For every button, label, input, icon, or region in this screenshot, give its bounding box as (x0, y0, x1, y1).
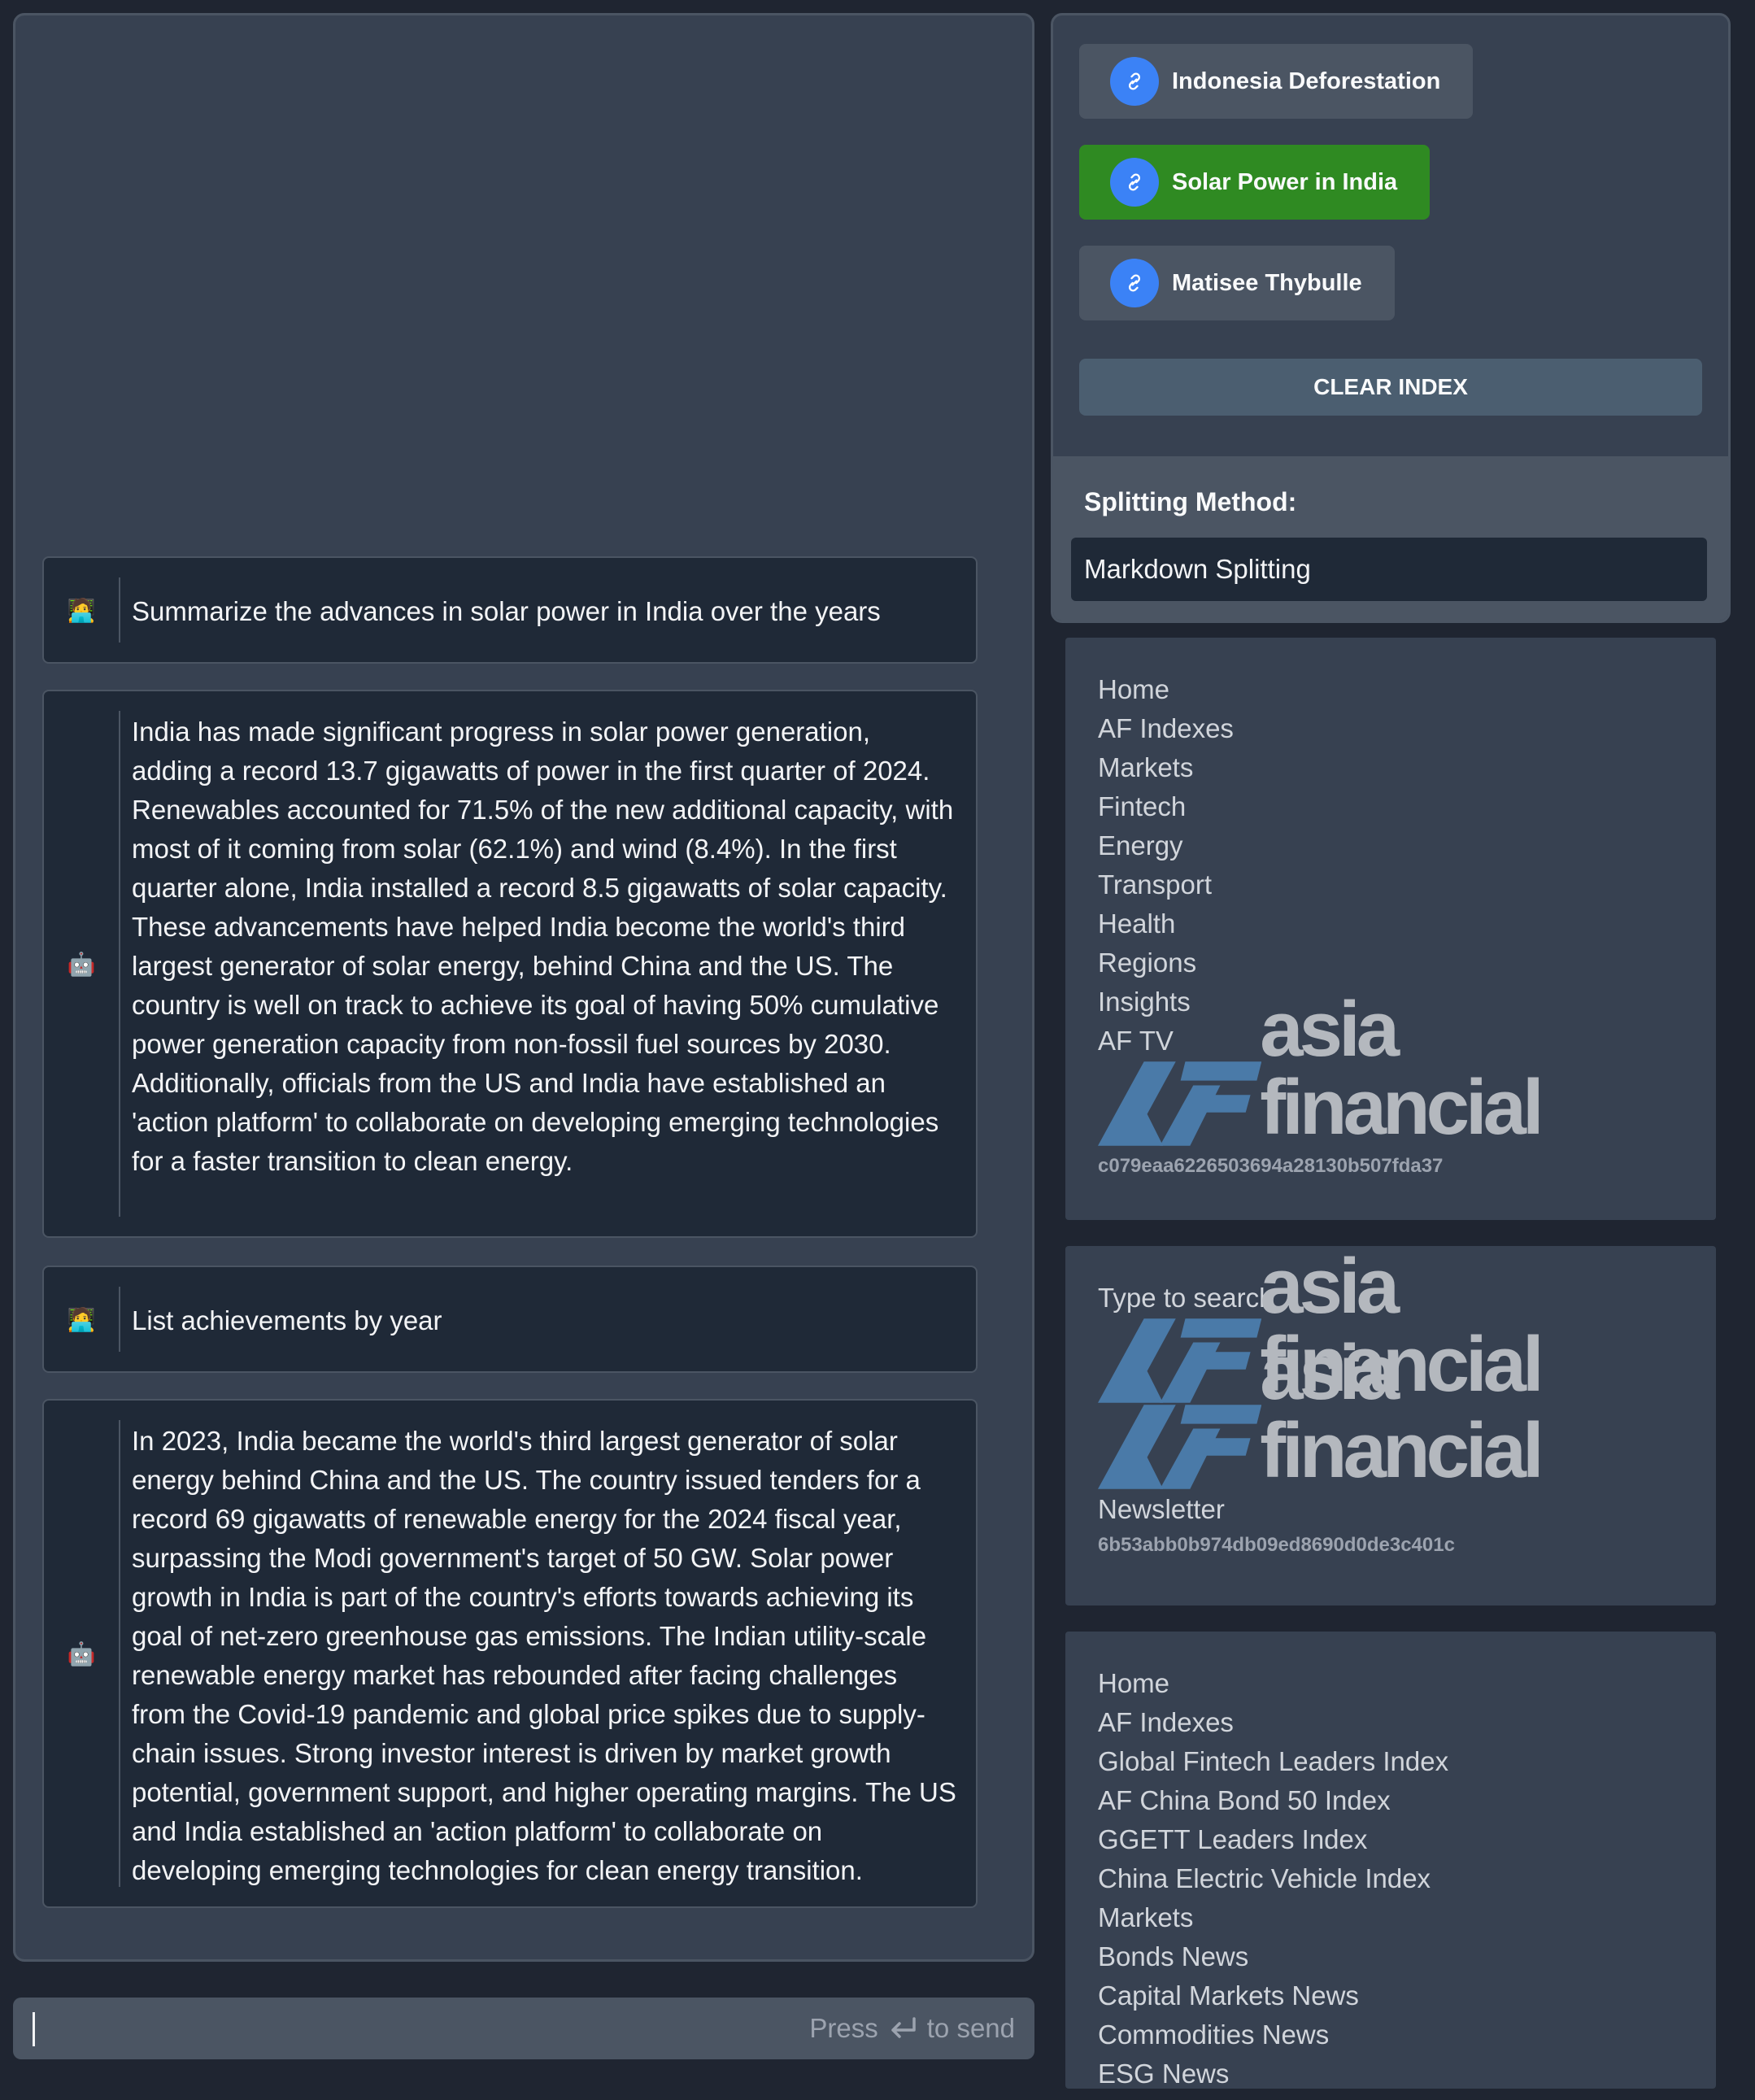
send-hint: Press to send (809, 2011, 1015, 2046)
source-document: Home AF Indexes Markets Fintech Energy T… (1065, 638, 1716, 1220)
logo-text: asia financial (1260, 1329, 1544, 1494)
index-button-matisee-thybulle[interactable]: Matisee Thybulle (1079, 246, 1395, 320)
message-text: In 2023, India became the world's third … (132, 1426, 956, 1885)
doc-line: ESG News (1098, 2059, 1230, 2089)
doc-line: Energy (1098, 830, 1183, 860)
message-divider (119, 711, 120, 1217)
af-mark-icon (1098, 1405, 1262, 1489)
assistant-message: 🤖 India has made significant progress in… (42, 690, 978, 1238)
index-panel: Indonesia Deforestation Solar Power in I… (1051, 13, 1731, 623)
splitting-label: Splitting Method: (1084, 487, 1297, 516)
doc-line: Health (1098, 908, 1176, 939)
assistant-message: 🤖 In 2023, India became the world's thir… (42, 1399, 978, 1908)
doc-line: Capital Markets News (1098, 1980, 1359, 2011)
doc-line: Markets (1098, 1902, 1194, 1932)
index-label: Indonesia Deforestation (1172, 68, 1441, 94)
clear-index-button[interactable]: CLEAR INDEX (1079, 359, 1702, 416)
link-icon (1110, 259, 1159, 307)
doc-line: GGETT Leaders Index (1098, 1824, 1368, 1854)
message-text: India has made significant progress in s… (132, 717, 954, 1176)
index-label: Solar Power in India (1172, 168, 1398, 195)
doc-line: Fintech (1098, 791, 1187, 821)
message-divider (119, 1287, 120, 1352)
source-document: Type to search asia financial asia finan… (1065, 1246, 1716, 1605)
message-divider (119, 1420, 120, 1887)
message-text: Summarize the advances in solar power in… (132, 596, 881, 626)
bot-avatar-icon: 🤖 (67, 1640, 96, 1666)
doc-hash: 6b53abb0b974db09ed8690d0de3c401c (1098, 1534, 1455, 1556)
splitting-section: Splitting Method: Markdown Splitting (1053, 456, 1728, 621)
doc-line: Commodities News (1098, 2019, 1330, 2050)
doc-line: Regions (1098, 948, 1197, 978)
doc-line: Home (1098, 674, 1170, 704)
af-mark-icon (1098, 1061, 1262, 1146)
index-button-indonesia-deforestation[interactable]: Indonesia Deforestation (1079, 44, 1474, 119)
doc-line: AF China Bond 50 Index (1098, 1785, 1391, 1815)
user-message: 🧑‍💻 Summarize the advances in solar powe… (42, 556, 978, 664)
logo-text: asia financial (1260, 986, 1544, 1151)
user-avatar-icon: 🧑‍💻 (67, 597, 96, 623)
doc-line: China Electric Vehicle Index (1098, 1863, 1431, 1893)
link-icon (1110, 57, 1159, 106)
doc-line: Markets (1098, 752, 1194, 782)
hint-send: to send (926, 2013, 1015, 2043)
doc-line: Bonds News (1098, 1941, 1249, 1971)
user-message: 🧑‍💻 List achievements by year (42, 1266, 978, 1373)
hint-press: Press (809, 2013, 878, 2043)
doc-hash: c079eaa6226503694a28130b507fda37 (1098, 1155, 1444, 1177)
splitting-method-select[interactable]: Markdown Splitting (1071, 538, 1707, 601)
message-text: List achievements by year (132, 1305, 442, 1335)
index-button-solar-power-in-india[interactable]: Solar Power in India (1079, 145, 1431, 220)
doc-line: Transport (1098, 869, 1212, 900)
af-mark-icon (1098, 1318, 1262, 1403)
enter-key-icon (891, 2017, 916, 2038)
source-document: Home AF Indexes Global Fintech Leaders I… (1065, 1632, 1716, 2089)
chat-input[interactable]: Press to send (13, 1998, 1034, 2059)
asia-financial-logo: asia financial (1098, 1334, 1683, 1490)
text-cursor (33, 2012, 35, 2046)
doc-line: AF Indexes (1098, 1707, 1234, 1737)
doc-line: AF Indexes (1098, 713, 1234, 743)
doc-line: Home (1098, 1668, 1170, 1698)
bot-avatar-icon: 🤖 (67, 951, 96, 977)
message-divider (119, 577, 120, 643)
doc-line: Global Fintech Leaders Index (1098, 1746, 1449, 1776)
doc-line: Newsletter (1098, 1494, 1225, 1524)
asia-financial-logo: asia financial (1098, 991, 1683, 1147)
user-avatar-icon: 🧑‍💻 (67, 1306, 96, 1332)
link-icon (1110, 158, 1159, 207)
index-label: Matisee Thybulle (1172, 269, 1362, 296)
